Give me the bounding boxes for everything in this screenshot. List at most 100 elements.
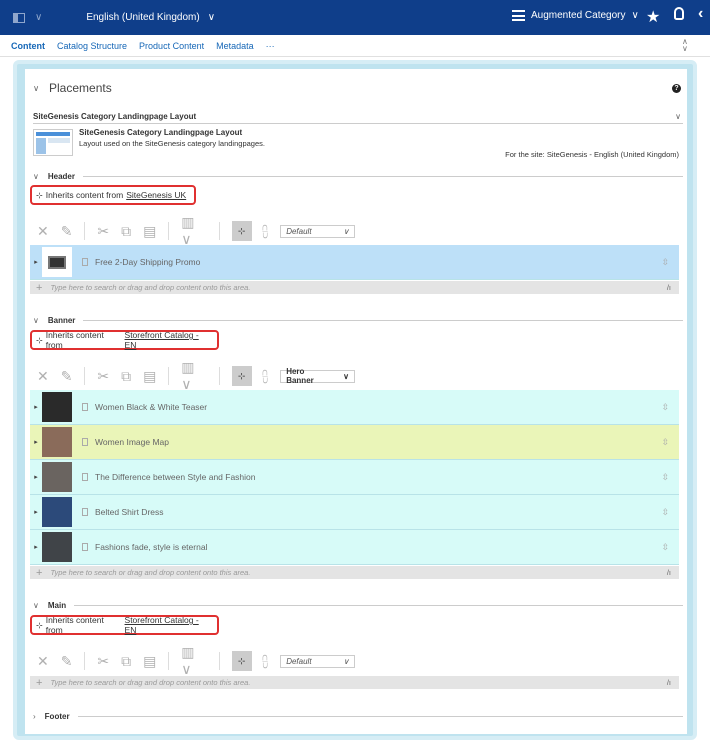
edit-icon[interactable]: /ı xyxy=(667,678,671,687)
header-drop-zone[interactable]: + Type here to search or drag and drop co… xyxy=(30,281,679,294)
drag-handle-icon[interactable]: ⇳ xyxy=(661,542,669,553)
chevron-down-icon[interactable]: ∨ xyxy=(33,83,39,94)
expand-icon[interactable]: ▸ xyxy=(30,508,42,516)
up-down-chevron-icon[interactable]: ∧ ∨ xyxy=(682,38,688,53)
section-label: Main xyxy=(47,600,67,610)
inherit-toggle-icon[interactable]: ⊹ xyxy=(231,221,252,241)
inherit-notice: ⊹ Inherits content from SiteGenesis UK xyxy=(30,185,196,205)
inherit-notice: ⊹ Inherits content from Storefront Catalog… xyxy=(30,615,219,635)
plus-icon: + xyxy=(36,281,43,294)
chevron-right-icon: › xyxy=(33,711,36,721)
tab-catalog-structure[interactable]: Catalog Structure xyxy=(57,41,127,51)
expand-icon[interactable]: ▸ xyxy=(30,438,42,446)
list-item[interactable]: ▸ Belted Shirt Dress ⇳ xyxy=(30,495,679,530)
section-banner-toggle[interactable]: ∨ Banner xyxy=(33,314,683,326)
inherit-toggle-icon[interactable]: ⊹ xyxy=(231,651,252,671)
placements-content: ∨ Placements ? SiteGenesis Category Land… xyxy=(25,69,687,734)
section-footer-toggle[interactable]: › Footer xyxy=(33,710,683,722)
chevron-down-icon[interactable]: ∨ xyxy=(35,12,42,23)
drag-handle-icon[interactable]: ⇳ xyxy=(661,472,669,483)
drop-hint: Type here to search or drag and drop con… xyxy=(50,568,251,577)
tab-metadata[interactable]: Metadata xyxy=(216,41,254,51)
close-icon[interactable]: ✕ xyxy=(37,223,49,240)
lock-icon[interactable]: ⩉ xyxy=(262,368,268,385)
pencil-icon[interactable]: ✎ xyxy=(61,368,73,385)
list-item[interactable]: ▸ Free 2-Day Shipping Promo ⇳ xyxy=(30,245,679,280)
app-header: ∨ English (United Kingdom) ∨ Augmented Ca… xyxy=(0,0,710,35)
expand-icon[interactable]: ▸ xyxy=(30,403,42,411)
document-icon xyxy=(82,258,88,266)
lock-icon[interactable]: ⩉ xyxy=(262,653,268,670)
section-label: Banner xyxy=(47,315,76,325)
add-icon[interactable]: ▥ ∨ xyxy=(181,214,206,248)
banner-toolbar: ✕ ✎ ✂ ⧉ ▤ ▥ ∨ ⊹ ⩉ Hero Banner ∨ xyxy=(37,359,367,392)
tab-product-content[interactable]: Product Content xyxy=(139,41,204,51)
drag-handle-icon[interactable]: ⇳ xyxy=(661,437,669,448)
inherit-source-link[interactable]: SiteGenesis UK xyxy=(126,190,186,200)
cut-icon[interactable]: ✂ xyxy=(97,653,109,670)
app-grid-icon[interactable] xyxy=(13,12,25,23)
view-select-value: Hero Banner xyxy=(286,367,314,385)
banner-drop-zone[interactable]: + Type here to search or drag and drop co… xyxy=(30,566,679,579)
edit-icon[interactable]: /ı xyxy=(667,568,671,577)
view-select[interactable]: Default ∨ xyxy=(280,654,355,668)
mode-selector[interactable]: Augmented Category ∨ xyxy=(512,10,639,21)
cut-icon[interactable]: ✂ xyxy=(97,223,109,240)
lightbulb-icon[interactable] xyxy=(674,7,684,20)
more-tabs-button[interactable]: ··· xyxy=(266,41,275,51)
layout-selector[interactable]: SiteGenesis Category Landingpage Layout ∨ xyxy=(33,112,683,124)
document-icon xyxy=(82,403,88,411)
cut-icon[interactable]: ✂ xyxy=(97,368,109,385)
item-label: Women Black & White Teaser xyxy=(95,402,208,412)
item-thumbnail xyxy=(42,427,72,457)
section-header-toggle[interactable]: ∨ Header xyxy=(33,170,683,182)
drop-hint: Type here to search or drag and drop con… xyxy=(50,283,251,292)
expand-icon[interactable]: ▸ xyxy=(30,543,42,551)
back-icon[interactable]: ‹ xyxy=(698,5,703,23)
paste-icon[interactable]: ▤ xyxy=(143,368,156,385)
drag-handle-icon[interactable]: ⇳ xyxy=(661,402,669,413)
list-item[interactable]: ▸ Women Image Map ⇳ xyxy=(30,425,679,460)
expand-icon[interactable]: ▸ xyxy=(30,473,42,481)
copy-icon[interactable]: ⧉ xyxy=(121,223,131,240)
expand-icon[interactable]: ▸ xyxy=(30,258,42,266)
view-select[interactable]: Hero Banner ∨ xyxy=(280,367,355,385)
section-main-toggle[interactable]: ∨ Main xyxy=(33,599,683,611)
list-item[interactable]: ▸ Fashions fade, style is eternal ⇳ xyxy=(30,530,679,565)
star-icon[interactable]: ★ xyxy=(646,7,660,27)
add-icon[interactable]: ▥ ∨ xyxy=(181,644,206,678)
lock-icon[interactable]: ⩉ xyxy=(262,223,268,240)
item-label: Women Image Map xyxy=(95,437,170,447)
drag-handle-icon[interactable]: ⇳ xyxy=(661,507,669,518)
copy-icon[interactable]: ⧉ xyxy=(121,368,131,385)
pencil-icon[interactable]: ✎ xyxy=(61,223,73,240)
item-thumbnail xyxy=(42,392,72,422)
list-item[interactable]: ▸ The Difference between Style and Fashio… xyxy=(30,460,679,495)
main-drop-zone[interactable]: + Type here to search or drag and drop co… xyxy=(30,676,679,689)
paste-icon[interactable]: ▤ xyxy=(143,653,156,670)
list-item[interactable]: ▸ Women Black & White Teaser ⇳ xyxy=(30,390,679,425)
locale-label: English (United Kingdom) xyxy=(86,12,200,23)
inherit-source-link[interactable]: Storefront Catalog - EN xyxy=(125,330,211,350)
edit-icon[interactable]: /ı xyxy=(667,283,671,292)
add-icon[interactable]: ▥ ∨ xyxy=(181,359,206,393)
copy-icon[interactable]: ⧉ xyxy=(121,653,131,670)
help-icon[interactable]: ? xyxy=(672,84,681,93)
locale-selector[interactable]: English (United Kingdom) ∨ xyxy=(86,12,215,23)
paste-icon[interactable]: ▤ xyxy=(143,223,156,240)
view-select[interactable]: Default ∨ xyxy=(280,224,355,238)
close-icon[interactable]: ✕ xyxy=(37,653,49,670)
mode-label: Augmented Category xyxy=(531,10,626,21)
tab-content[interactable]: Content xyxy=(11,41,45,51)
hierarchy-icon: ⊹ xyxy=(36,620,43,630)
inherit-label: Inherits content from xyxy=(45,190,124,200)
document-icon xyxy=(82,543,88,551)
item-thumbnail xyxy=(42,497,72,527)
inherit-toggle-icon[interactable]: ⊹ xyxy=(231,366,252,386)
close-icon[interactable]: ✕ xyxy=(37,368,49,385)
item-thumbnail xyxy=(42,462,72,492)
chevron-down-icon: ∨ xyxy=(33,171,39,181)
drag-handle-icon[interactable]: ⇳ xyxy=(661,257,669,268)
pencil-icon[interactable]: ✎ xyxy=(61,653,73,670)
inherit-source-link[interactable]: Storefront Catalog - EN xyxy=(125,615,211,635)
